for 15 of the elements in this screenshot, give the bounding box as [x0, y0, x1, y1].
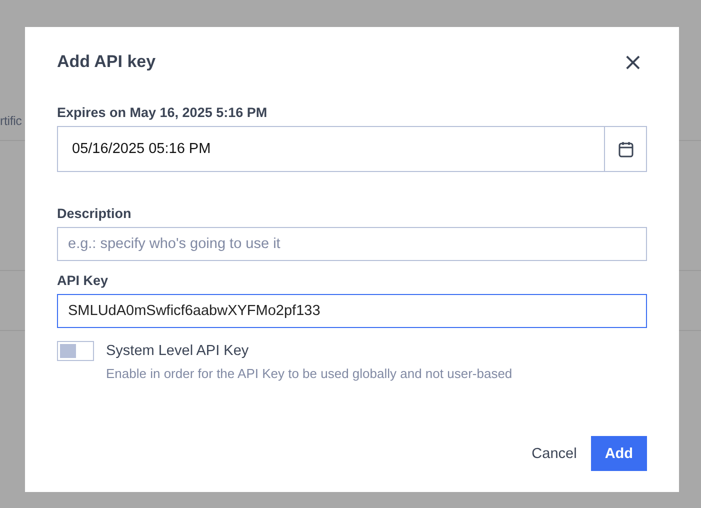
column-heading: rtific — [0, 114, 22, 130]
api-key-field[interactable]: SMLUdA0mSwficf6aabwXYFMo2pf133 — [57, 294, 647, 328]
add-button[interactable]: Add — [590, 436, 647, 471]
dialog-title: Add API key — [57, 52, 156, 72]
close-button[interactable]: × — [618, 51, 647, 73]
toggle-switch[interactable] — [57, 341, 94, 361]
field-label: Description — [57, 206, 132, 221]
cancel-button[interactable]: Cancel — [532, 436, 577, 471]
calendar-icon[interactable] — [618, 140, 634, 158]
toggle-label: System Level API Key — [106, 342, 250, 361]
date-field[interactable]: 05/16/2025 05:16 PM — [57, 126, 647, 172]
field-label: Expires on May 16, 2025 5:16 PM — [57, 105, 268, 120]
description-field[interactable]: e.g.: specify who's going to use it — [57, 227, 647, 261]
field-label: API Key — [57, 273, 110, 288]
hint-text: Enable in order for the API Key to be used globally and not user-based — [106, 366, 512, 381]
